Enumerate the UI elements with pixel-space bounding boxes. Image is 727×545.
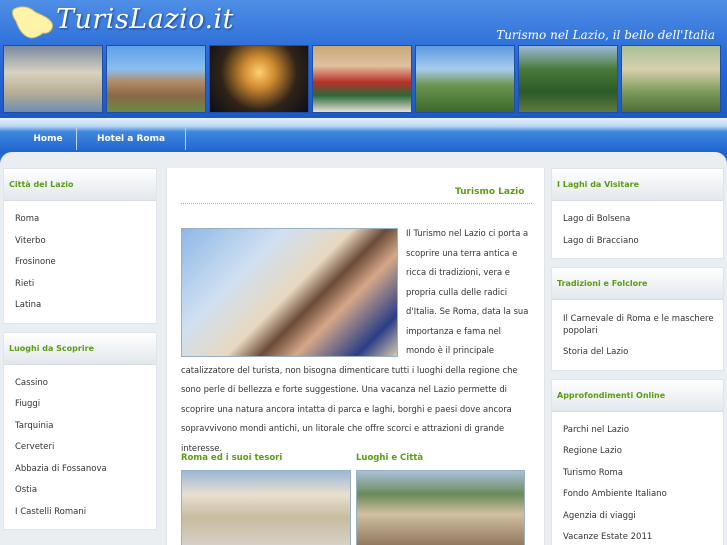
left-sidebar: Città del Lazio Roma Viterbo Frosinone R… bbox=[3, 168, 157, 538]
box-citta-del-lazio: Città del Lazio Roma Viterbo Frosinone R… bbox=[3, 168, 157, 324]
link-frosinone[interactable]: Frosinone bbox=[4, 252, 156, 274]
link-ostia[interactable]: Ostia bbox=[4, 480, 156, 502]
link-cerveteri[interactable]: Cerveteri bbox=[4, 437, 156, 459]
right-sidebar: I Laghi da Visitare Lago di Bolsena Lago… bbox=[551, 168, 724, 545]
box-laghi-da-visitare: I Laghi da Visitare Lago di Bolsena Lago… bbox=[551, 168, 724, 259]
link-lago-di-bracciano[interactable]: Lago di Bracciano bbox=[552, 231, 723, 253]
box-title: I Laghi da Visitare bbox=[552, 169, 723, 201]
box-title: Luoghi da Scoprire bbox=[4, 332, 156, 365]
page-title: Turismo Lazio bbox=[455, 187, 525, 197]
nav-item-home[interactable]: Home bbox=[0, 128, 77, 150]
link-carnevale-di-roma[interactable]: Il Carnevale di Roma e le maschere popol… bbox=[552, 308, 723, 342]
photo-lake-landscape bbox=[415, 45, 515, 113]
nav-list: Home Hotel a Roma bbox=[0, 128, 186, 150]
nav-item-hotel-roma[interactable]: Hotel a Roma bbox=[77, 128, 186, 150]
site-logo-text[interactable]: TurisLazio.it bbox=[56, 4, 234, 35]
link-regione-lazio[interactable]: Regione Lazio bbox=[552, 441, 723, 463]
photo-villa-garden-section[interactable] bbox=[356, 470, 525, 545]
link-rieti[interactable]: Rieti bbox=[4, 274, 156, 296]
link-lago-di-bolsena[interactable]: Lago di Bolsena bbox=[552, 209, 723, 231]
link-turismo-roma[interactable]: Turismo Roma bbox=[552, 463, 723, 485]
link-agenzia-di-viaggi[interactable]: Agenzia di viaggi bbox=[552, 506, 723, 528]
intro-paragraph: Il Turismo nel Lazio ci porta a scoprire… bbox=[181, 224, 531, 458]
site-header: TurisLazio.it Turismo nel Lazio, il bell… bbox=[0, 0, 727, 118]
box-approfondimenti-online: Approfondimenti Online Parchi nel Lazio … bbox=[551, 378, 724, 545]
photo-garden-statue bbox=[621, 45, 721, 113]
link-viterbo[interactable]: Viterbo bbox=[4, 231, 156, 253]
photo-spacer bbox=[181, 224, 406, 359]
photo-trevi-fountain-section[interactable] bbox=[181, 470, 351, 545]
link-cassino[interactable]: Cassino bbox=[4, 373, 156, 395]
link-latina[interactable]: Latina bbox=[4, 295, 156, 317]
link-parchi-nel-lazio[interactable]: Parchi nel Lazio bbox=[552, 420, 723, 442]
link-castelli-romani[interactable]: I Castelli Romani bbox=[4, 502, 156, 524]
title-divider bbox=[181, 203, 532, 204]
box-title: Tradizioni e Folclore bbox=[552, 268, 723, 300]
photo-drummers-parade bbox=[312, 45, 412, 113]
main-content: Turismo Lazio Il Turismo nel Lazio ci po… bbox=[166, 168, 545, 545]
nav-bottom-curve bbox=[0, 152, 727, 164]
link-abbazia-di-fossanova[interactable]: Abbazia di Fossanova bbox=[4, 459, 156, 481]
photo-st-peters-night bbox=[209, 45, 309, 113]
header-photo-strip bbox=[3, 45, 721, 113]
photo-garden-trees bbox=[518, 45, 618, 113]
section-title-roma[interactable]: Roma ed i suoi tesori bbox=[181, 453, 282, 463]
photo-trevi-fountain bbox=[3, 45, 103, 113]
lazio-map-logo-icon[interactable] bbox=[8, 3, 58, 43]
link-tarquinia[interactable]: Tarquinia bbox=[4, 416, 156, 438]
box-tradizioni-e-folclore: Tradizioni e Folclore Il Carnevale di Ro… bbox=[551, 267, 724, 371]
link-fondo-ambiente-italiano[interactable]: Fondo Ambiente Italiano bbox=[552, 484, 723, 506]
site-tagline: Turismo nel Lazio, il bello dell'Italia bbox=[496, 28, 715, 42]
link-fiuggi[interactable]: Fiuggi bbox=[4, 394, 156, 416]
link-storia-del-lazio[interactable]: Storia del Lazio bbox=[552, 342, 723, 364]
photo-colosseum bbox=[106, 45, 206, 113]
box-luoghi-da-scoprire: Luoghi da Scoprire Cassino Fiuggi Tarqui… bbox=[3, 331, 157, 530]
box-title: Approfondimenti Online bbox=[552, 379, 723, 412]
link-vacanze-estate-2011[interactable]: Vacanze Estate 2011 bbox=[552, 527, 723, 545]
link-roma[interactable]: Roma bbox=[4, 209, 156, 231]
section-title-luoghi[interactable]: Luoghi e Città bbox=[356, 453, 423, 463]
box-title: Città del Lazio bbox=[4, 169, 156, 201]
